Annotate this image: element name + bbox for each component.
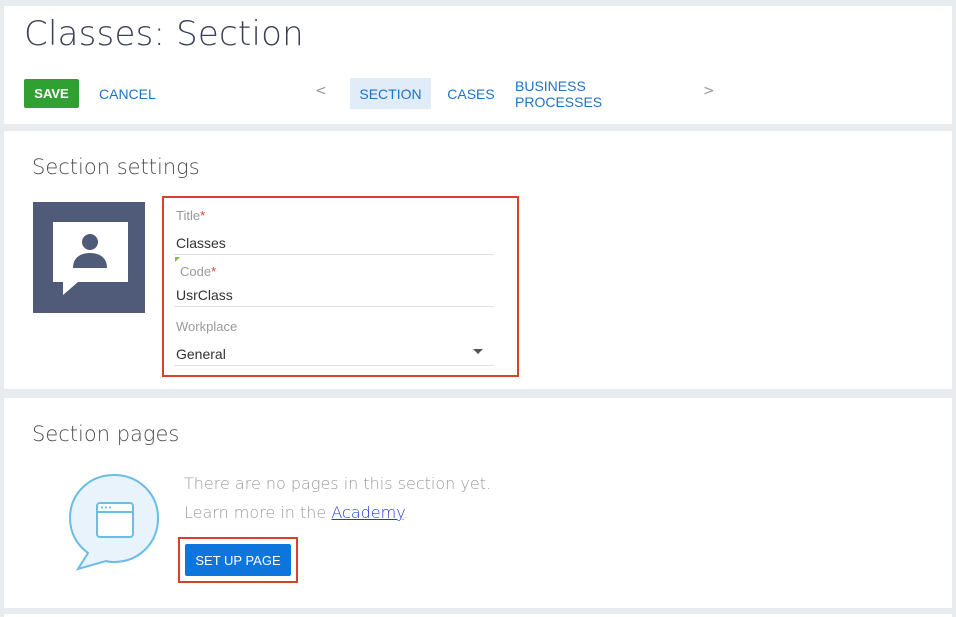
- workplace-select[interactable]: General: [176, 346, 226, 362]
- header-card: Classes: Section SAVE CANCEL < SECTION C…: [4, 6, 952, 124]
- workplace-field-underline: [174, 365, 494, 366]
- title-required-mark: *: [200, 208, 206, 223]
- workplace-label: Workplace: [176, 319, 238, 334]
- code-field[interactable]: UsrClass: [176, 287, 233, 303]
- section-image[interactable]: [33, 202, 145, 313]
- tabs-next-arrow[interactable]: >: [703, 83, 715, 99]
- learn-more-suffix: .: [403, 503, 409, 522]
- code-required-mark: *: [211, 264, 217, 279]
- title-field[interactable]: Classes: [176, 235, 226, 251]
- localizable-marker-icon: [175, 257, 180, 262]
- section-properties-form: Title* Classes Code* UsrClass Workplace …: [162, 196, 519, 377]
- learn-more-text: Learn more in the Academy.: [184, 503, 409, 522]
- code-label-text: Code: [180, 264, 212, 279]
- setup-page-highlight: SET UP PAGE: [178, 537, 298, 583]
- title-label-text: Title: [176, 208, 201, 223]
- set-up-page-button[interactable]: SET UP PAGE: [185, 544, 291, 576]
- tab-cases[interactable]: CASES: [444, 78, 498, 109]
- cancel-button[interactable]: CANCEL: [99, 86, 156, 102]
- code-label: Code*: [180, 264, 216, 279]
- code-field-underline: [174, 306, 494, 307]
- page-title: Classes: Section: [24, 14, 304, 54]
- tab-business-processes[interactable]: BUSINESS PROCESSES: [515, 78, 675, 110]
- section-settings-heading: Section settings: [32, 155, 200, 179]
- save-button[interactable]: SAVE: [24, 79, 79, 108]
- section-pages-card: Section pages There are no pages in this…: [4, 398, 952, 608]
- tab-section[interactable]: SECTION: [350, 78, 431, 109]
- person-presentation-icon: [53, 222, 128, 295]
- chevron-down-icon[interactable]: [473, 349, 483, 354]
- academy-link[interactable]: Academy: [331, 503, 403, 522]
- title-label: Title*: [176, 208, 205, 223]
- section-pages-heading: Section pages: [32, 422, 180, 446]
- no-pages-message: There are no pages in this section yet.: [184, 474, 492, 493]
- tabs-prev-arrow[interactable]: <: [315, 83, 327, 99]
- title-field-underline: [174, 254, 494, 255]
- section-settings-card: Section settings Title* Classes Code* Us…: [4, 131, 952, 389]
- browser-window-speech-bubble-icon: [66, 471, 166, 580]
- learn-more-prefix: Learn more in the: [184, 503, 332, 522]
